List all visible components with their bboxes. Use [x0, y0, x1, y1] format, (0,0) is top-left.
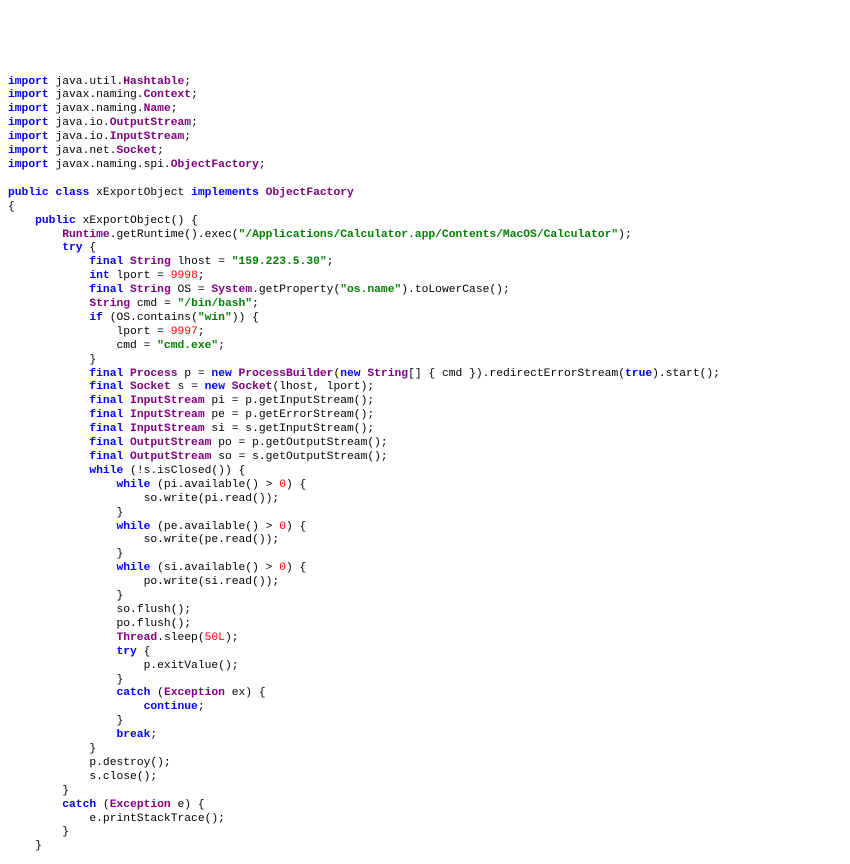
code-block: import java.util.Hashtable; import javax…: [0, 70, 850, 864]
kw-import: import: [8, 76, 49, 88]
cls-Hashtable: Hashtable: [123, 76, 184, 88]
